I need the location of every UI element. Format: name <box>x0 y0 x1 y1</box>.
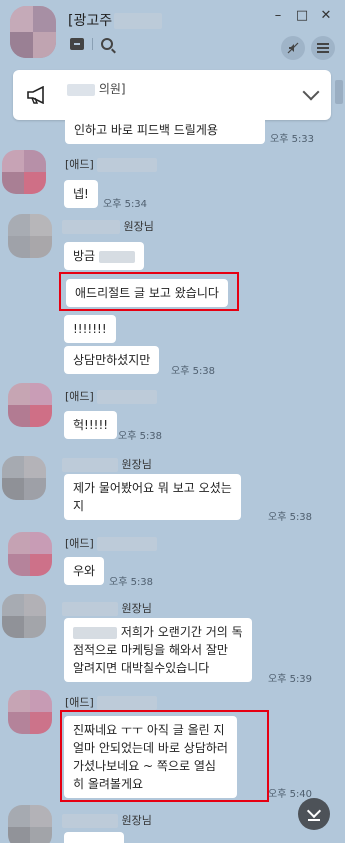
avatar[interactable] <box>8 383 52 427</box>
sender-name: [애드] <box>65 535 158 551</box>
notice-text: 의원] <box>67 80 126 97</box>
redacted-block <box>98 250 135 263</box>
sender-name: [애드] <box>65 388 158 404</box>
room-avatar[interactable] <box>10 6 56 58</box>
message-text: !!!!!!! <box>73 322 107 336</box>
message-text: 알려지면 대박칠수있습니다 <box>73 661 210 675</box>
minimize-button[interactable]: – <box>271 8 285 24</box>
message-text: 방금 <box>73 249 96 263</box>
message-text: 점적으로 마케팅을 해와서 잘만 <box>73 643 228 657</box>
divider <box>92 38 93 50</box>
highlight-box <box>60 710 269 802</box>
message-time: 오후 5:38 <box>118 431 163 442</box>
chat-header: [광고주 – □ ✕ <box>0 0 345 66</box>
message-time: 오후 5:38 <box>171 366 216 377</box>
search-icon[interactable] <box>101 38 113 50</box>
message-bubble[interactable]: 저희가 오랜기간 거의 독 점적으로 마케팅을 해와서 잘만 알려지면 대박칠수… <box>64 618 252 682</box>
message-text: 상담만하셨지만 <box>73 353 151 367</box>
chevron-down-icon[interactable] <box>302 83 320 101</box>
notice-panel[interactable]: 의원] <box>13 70 331 120</box>
avatar[interactable] <box>8 690 52 734</box>
menu-icon[interactable] <box>311 36 335 60</box>
redacted-block <box>73 626 117 639</box>
maximize-button[interactable]: □ <box>295 8 309 24</box>
redacted-block <box>114 13 163 29</box>
scroll-thumb[interactable] <box>335 80 343 104</box>
redacted-block <box>62 814 118 828</box>
message-text: 우와 <box>73 564 96 578</box>
message-time: 오후 5:34 <box>103 199 148 210</box>
redacted-block <box>67 83 95 96</box>
avatar[interactable] <box>8 532 52 576</box>
message-text: 인하고 바로 피드백 드릴게용 <box>74 123 218 137</box>
redacted-block <box>62 220 120 234</box>
avatar[interactable] <box>8 805 52 843</box>
message-bubble[interactable]: 제가 물어봤어요 뭐 보고 오셨는 지 <box>64 474 241 520</box>
notice-line1: 의원] <box>98 82 126 96</box>
room-title-text: [광고주 <box>68 13 113 29</box>
avatar[interactable] <box>8 214 52 258</box>
message-bubble[interactable]: 방금 <box>64 242 144 270</box>
redacted-block <box>62 602 118 616</box>
avatar[interactable] <box>2 456 46 500</box>
sender-name: 원장님 <box>62 600 152 616</box>
underline-icon <box>308 819 320 821</box>
chevron-down-icon <box>306 803 322 819</box>
redacted-block <box>62 458 118 472</box>
redacted-block <box>97 537 158 551</box>
room-title: [광고주 <box>68 10 163 30</box>
scroll-to-bottom-button[interactable] <box>298 798 330 830</box>
message-bubble[interactable]: 넵! <box>64 180 98 208</box>
message-time: 오후 5:33 <box>270 134 315 145</box>
message-text: 넵! <box>73 187 89 201</box>
avatar[interactable] <box>2 594 46 638</box>
sender-name: [애드] <box>65 156 158 172</box>
sender-name: 원장님 <box>62 812 152 828</box>
window-controls: – □ ✕ <box>271 8 333 24</box>
message-bubble[interactable]: 헉!!!!! <box>64 411 118 439</box>
redacted-block <box>97 158 158 172</box>
megaphone-icon <box>27 86 44 104</box>
message-text: 지 <box>73 499 85 513</box>
highlight-box <box>59 272 239 311</box>
close-button[interactable]: ✕ <box>319 8 333 24</box>
drawer-icon[interactable] <box>70 38 84 50</box>
redacted-block <box>97 390 158 404</box>
sender-name: 원장님 <box>62 456 152 472</box>
scrollbar[interactable] <box>335 76 343 836</box>
message-text: 제가 물어봤어요 뭐 보고 오셨는 <box>73 481 232 495</box>
message-time: 오후 5:38 <box>268 512 313 523</box>
message-text: 저희가 오랜기간 거의 독 <box>120 625 243 639</box>
message-bubble[interactable]: 인하고 바로 피드백 드릴게용 <box>65 116 265 144</box>
message-bubble[interactable]: !!!!!!! <box>64 315 116 343</box>
redacted-block <box>97 696 158 710</box>
avatar[interactable] <box>2 150 46 194</box>
mute-icon[interactable] <box>281 36 305 60</box>
message-time: 오후 5:39 <box>268 674 313 685</box>
sender-name: 원장님 <box>62 218 154 234</box>
message-text: 헉!!!!! <box>73 418 109 432</box>
message-bubble[interactable]: 우와 <box>64 557 105 585</box>
message-time: 오후 5:40 <box>268 789 313 800</box>
message-bubble[interactable] <box>64 832 124 843</box>
chat-window: [광고주 – □ ✕ 의원] 인하고 바로 피드백 드릴게용 오후 5:33 [… <box>0 0 345 843</box>
message-bubble[interactable]: 상담만하셨지만 <box>64 346 160 374</box>
sender-name: [애드] <box>65 694 158 710</box>
message-time: 오후 5:38 <box>109 577 154 588</box>
